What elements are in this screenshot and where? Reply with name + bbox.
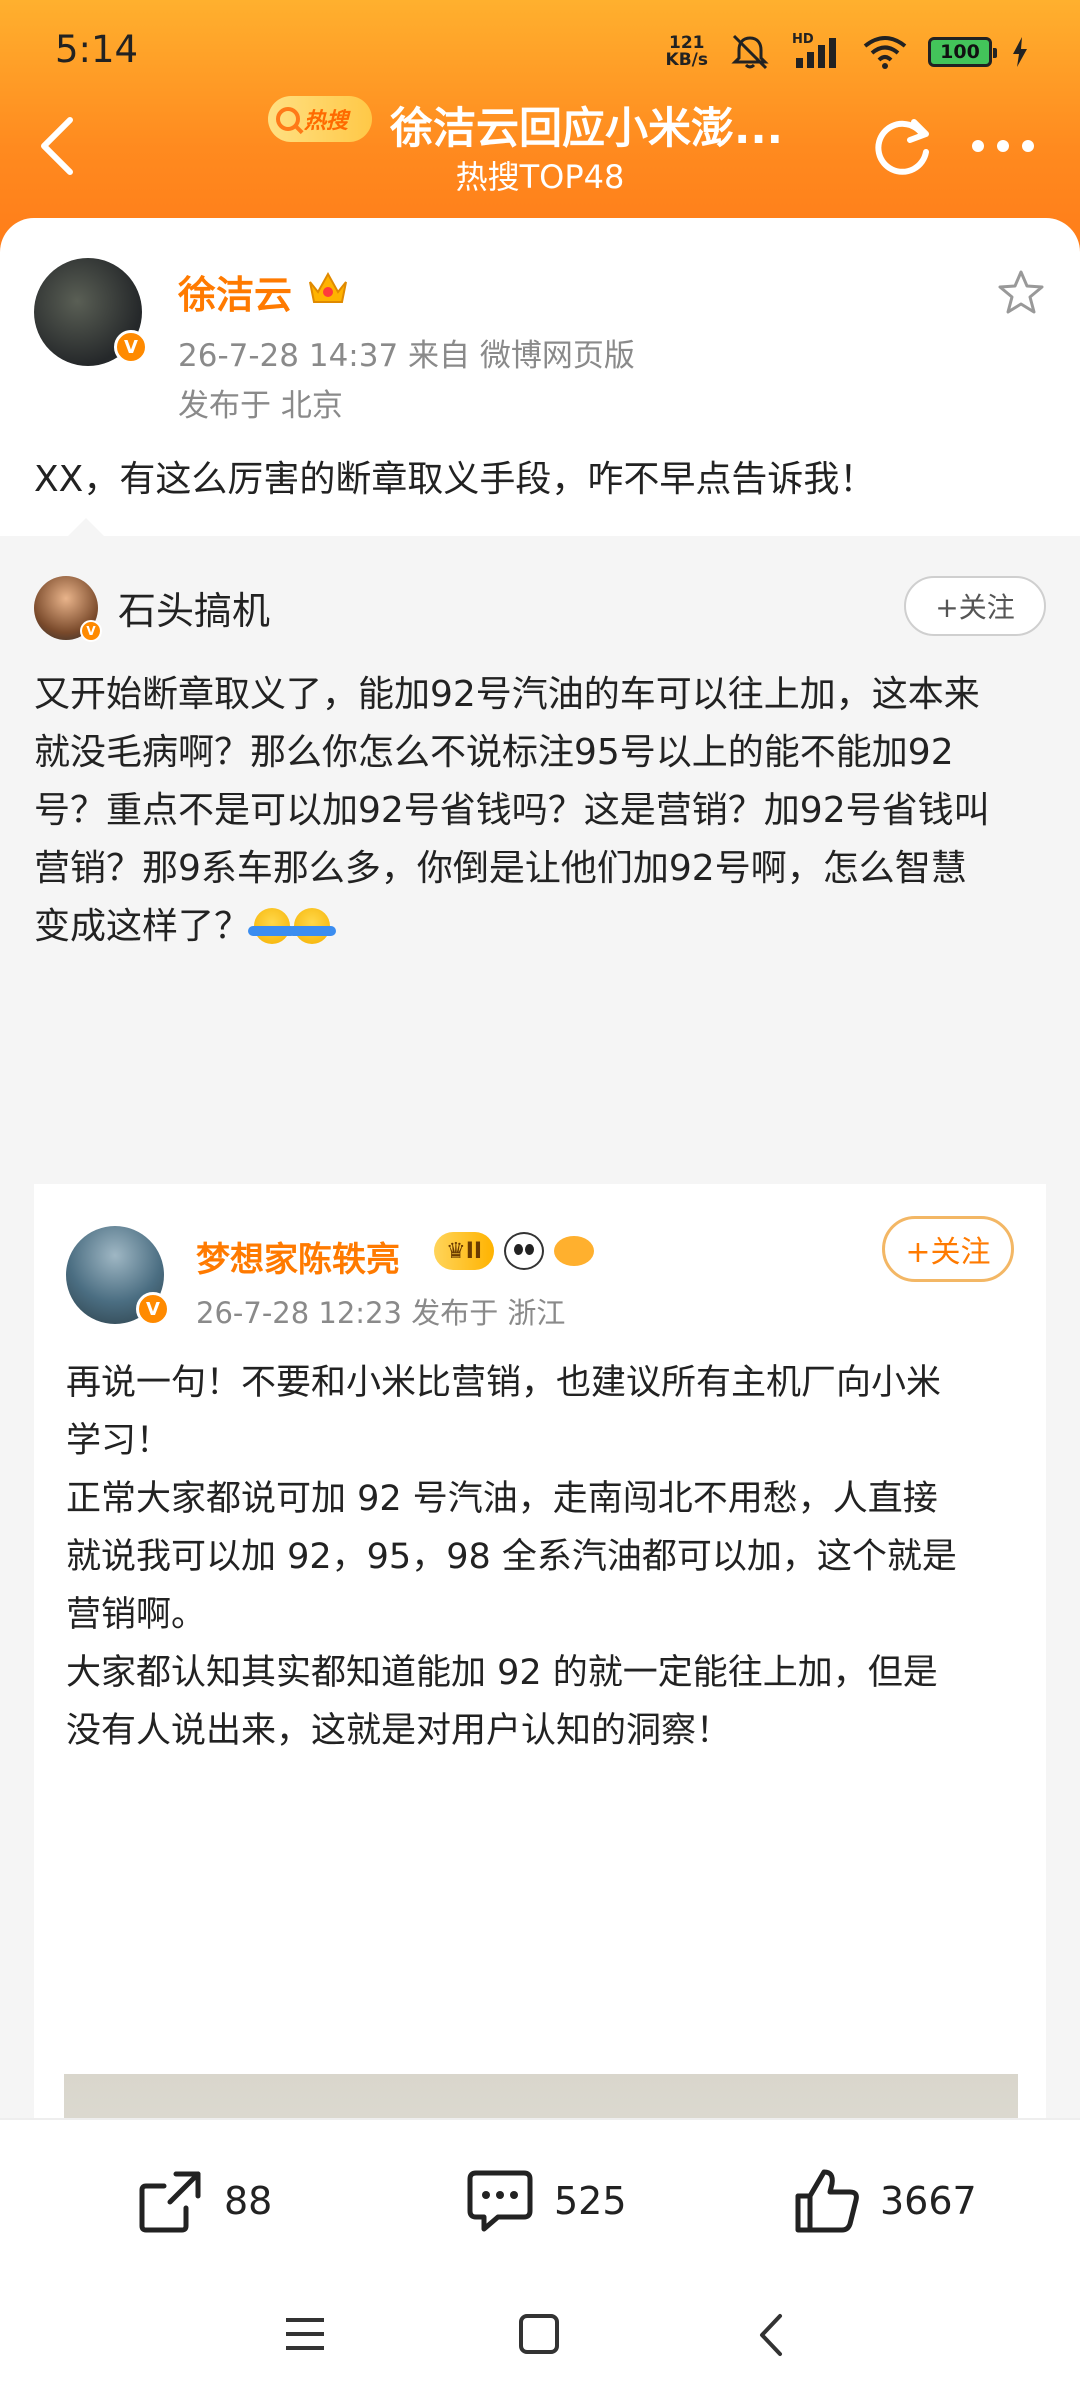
quoted-author-name[interactable]: 梦想家陈轶亮 [196,1232,400,1281]
share-button[interactable]: 88 [136,2166,272,2236]
avatar[interactable]: V [34,576,102,642]
hot-search-label: 热搜 [304,109,349,134]
repost-author-name[interactable]: 石头搞机 [118,580,270,635]
comment-button[interactable]: 525 [464,2166,627,2236]
verified-badge-icon: V [114,330,148,364]
repost-text: 又开始断章取义了，能加92号汽油的车可以往上加，这本来 就没毛病啊？那么你怎么不… [34,674,990,947]
nav-bar: 热搜 徐洁云回应小米澎... 热搜TOP48 [0,90,1080,210]
hot-search-badge: 热搜 [268,96,372,142]
panda-icon [504,1232,545,1270]
status-time: 5:14 [55,28,139,71]
crown-icon [309,271,347,303]
net-speed: 121 KB/s [665,33,708,70]
follow-button[interactable]: +关注 [904,576,1046,636]
like-count: 3667 [880,2179,977,2223]
cellular-signal-icon: HD [792,32,842,72]
search-icon [276,107,300,131]
refresh-icon[interactable] [870,112,936,178]
system-navigation-bar [0,2276,1080,2400]
post-image[interactable] [64,2074,1018,2118]
comment-count: 525 [554,2179,627,2223]
quoted-post-meta: 26-7-28 12:23 发布于 浙江 [196,1296,566,1330]
post-location: 发布于 北京 [178,388,343,424]
favorite-star-icon[interactable] [996,268,1046,318]
post-meta: 26-7-28 14:37 来自 微博网页版 [178,338,635,374]
comment-icon [467,2170,533,2232]
avatar[interactable]: V [34,258,148,366]
emoji-icon [248,908,297,944]
page-title: 徐洁云回应小米澎... [390,104,784,154]
follow-button[interactable]: +关注 [882,1216,1014,1282]
quoted-post-text: 再说一句！不要和小米比营销，也建议所有主机厂向小米 学习！ 正常大家都说可加 9… [66,1363,957,1751]
vip-crown-icon: ♛ II [434,1232,495,1270]
status-icons: 121 KB/s HD 100 [666,30,1028,74]
repost-section: V 石头搞机 +关注 又开始断章取义了，能加92号汽油的车可以往上加，这本来 就… [0,518,1080,2118]
post-detail: V 徐洁云 26-7-28 14:37 来自 微博网页版 发布于 北京 XX，有… [0,218,1080,2118]
battery-icon: 100 [928,37,997,67]
mute-icon [731,34,769,70]
home-icon[interactable] [518,2312,560,2356]
thumbs-up-icon [795,2169,859,2233]
system-back-icon[interactable] [754,2312,788,2358]
share-icon [139,2171,201,2233]
quoted-post[interactable]: V 梦想家陈轶亮 ♛ II 26-7-28 12:23 发布于 浙江 +关注 再… [34,1184,1046,2118]
avatar[interactable]: V [66,1226,170,1326]
post-text: XX，有这么厉害的断章取义手段，咋不早点告诉我！ [34,459,876,500]
like-button[interactable]: 3667 [792,2166,977,2236]
action-bar: 88 525 3667 [0,2118,1080,2276]
status-bar: 5:14 121 KB/s HD 100 [0,0,1080,100]
menu-icon[interactable] [284,2314,326,2354]
verified-badge-icon: V [136,1292,170,1326]
wifi-icon [863,36,907,69]
charging-icon [1013,37,1027,67]
verified-badge-icon: V [80,620,102,642]
more-options-icon[interactable] [968,126,1038,166]
author-name[interactable]: 徐洁云 [178,264,292,319]
emoji-icon [288,908,337,944]
user-badges: ♛ II [434,1232,595,1270]
share-count: 88 [224,2179,273,2223]
fish-icon [554,1236,595,1266]
